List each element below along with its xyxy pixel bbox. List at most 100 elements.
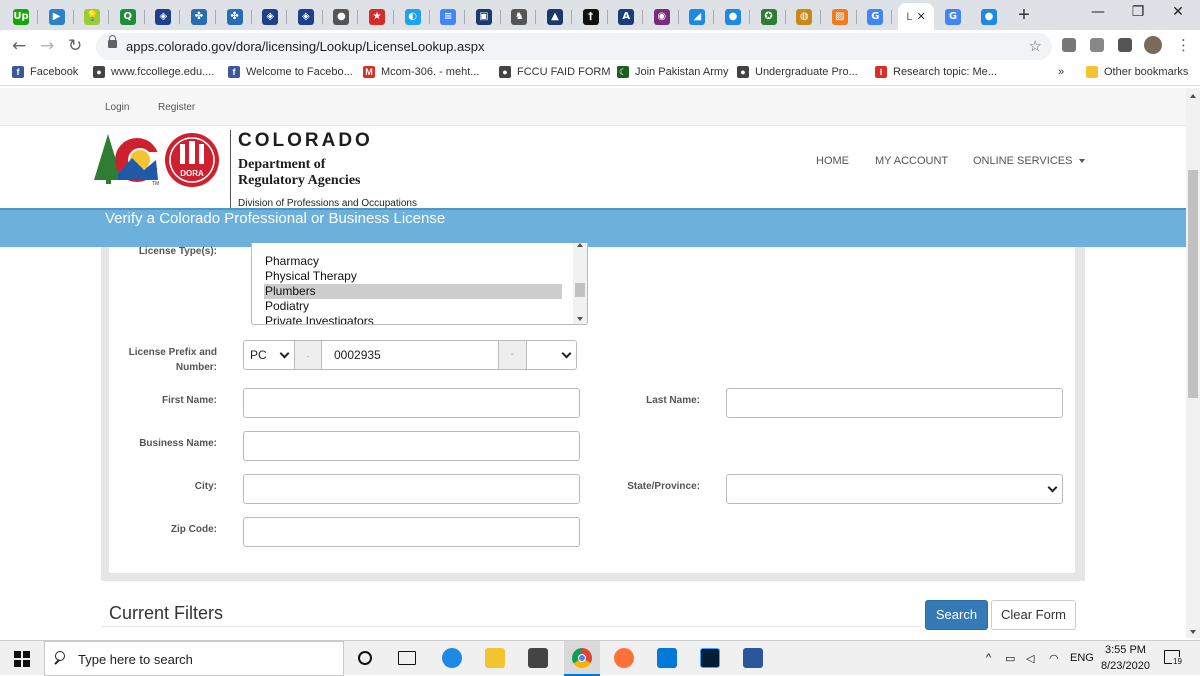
browser-tab[interactable]: ≡ — [431, 3, 466, 30]
browser-tab[interactable]: ◍ — [787, 3, 822, 30]
task-view-icon[interactable] — [398, 651, 416, 665]
license-type-option[interactable]: Pharmacy — [264, 254, 562, 269]
business-name-input[interactable] — [243, 431, 580, 461]
bookmark-item[interactable]: ● www.fccollege.edu.... — [93, 66, 214, 78]
browser-tab[interactable]: ◉ — [645, 3, 679, 30]
chrome-taskbar-active[interactable] — [564, 641, 600, 676]
search-button[interactable]: Search — [925, 600, 988, 630]
windows-start-icon[interactable] — [14, 651, 30, 667]
browser-tab[interactable]: G — [858, 3, 893, 30]
nav-my-account[interactable]: MY ACCOUNT — [875, 155, 948, 167]
minimize-button[interactable]: — — [1076, 4, 1120, 20]
listbox-scrollbar[interactable] — [573, 243, 587, 324]
menu-dots-icon[interactable]: ⋮ — [1176, 36, 1191, 54]
file-explorer-icon[interactable] — [485, 648, 505, 668]
license-types-listbox[interactable]: Pharmacy Physical Therapy Plumbers Podiatry… — [251, 243, 588, 325]
license-type-option[interactable]: Private Investigators — [264, 314, 562, 324]
scroll-down-icon[interactable] — [577, 317, 583, 321]
puzzle-extensions-icon[interactable] — [1118, 38, 1132, 52]
reload-icon[interactable]: ↻ — [68, 36, 82, 56]
state-select[interactable] — [726, 474, 1063, 504]
browser-tab[interactable]: ◈ — [146, 3, 181, 30]
clear-form-button[interactable]: Clear Form — [991, 600, 1076, 630]
bookmark-item[interactable]: ● FCCU FAID FORM — [499, 66, 611, 78]
address-bar[interactable]: apps.colorado.gov/dora/licensing/Lookup/… — [96, 33, 1052, 60]
scroll-down-icon[interactable] — [1190, 630, 1196, 634]
browser-tab[interactable]: ✤ — [182, 3, 216, 30]
browser-tab[interactable]: ◢ — [680, 3, 715, 30]
close-window-button[interactable]: ✕ — [1156, 4, 1200, 20]
store-icon[interactable] — [528, 648, 548, 668]
zip-code-input[interactable] — [243, 517, 580, 547]
city-input[interactable] — [243, 474, 580, 504]
active-tab[interactable]: L ✕ — [898, 3, 934, 30]
browser-tab[interactable]: ▶ — [40, 3, 74, 30]
cortana-icon[interactable] — [358, 651, 372, 665]
url-text[interactable]: apps.colorado.gov/dora/licensing/Lookup/… — [126, 39, 484, 54]
extension-icon[interactable] — [1062, 38, 1076, 52]
browser-tab[interactable]: ◈ — [253, 3, 288, 30]
wifi-icon[interactable]: ◠ — [1049, 652, 1059, 665]
browser-tab[interactable]: ✪ — [752, 3, 786, 30]
browser-tab[interactable]: ▣ — [467, 3, 501, 30]
bookmark-item[interactable]: M Mcom-306. - meht... — [363, 66, 479, 78]
bookmark-item[interactable]: f Facebook — [12, 66, 78, 78]
firefox-icon[interactable] — [614, 648, 634, 668]
browser-tab[interactable]: ● — [972, 3, 1006, 30]
license-type-option[interactable]: Plumbers — [264, 284, 562, 299]
register-link[interactable]: Register — [158, 102, 195, 113]
bookmark-item[interactable]: ☾ Join Pakistan Army — [617, 66, 729, 78]
nav-home[interactable]: HOME — [816, 155, 849, 167]
license-prefix-select[interactable]: PC — [243, 340, 295, 370]
last-name-input[interactable] — [726, 388, 1063, 418]
maximize-button[interactable]: ❐ — [1116, 4, 1160, 20]
battery-icon[interactable]: ▭ — [1005, 652, 1015, 665]
clock-time[interactable]: 3:55 PM — [1105, 644, 1146, 656]
extension-icon[interactable] — [1090, 38, 1104, 52]
word-icon[interactable] — [743, 648, 763, 668]
browser-tab[interactable]: Up — [4, 3, 38, 30]
browser-tab[interactable]: A — [609, 3, 644, 30]
browser-tab[interactable]: ◈ — [289, 3, 323, 30]
scroll-up-icon[interactable] — [577, 243, 583, 247]
page-scrollbar[interactable] — [1186, 88, 1200, 638]
browser-tab[interactable]: ♞ — [502, 3, 537, 30]
bookmark-item[interactable]: f Welcome to Facebo... — [228, 66, 353, 78]
volume-icon[interactable]: ◁ — [1026, 652, 1034, 665]
scroll-up-icon[interactable] — [1190, 94, 1196, 98]
other-bookmarks[interactable]: Other bookmarks — [1086, 66, 1188, 78]
forward-arrow-icon[interactable]: → — [40, 36, 54, 56]
language-indicator[interactable]: ENG — [1070, 652, 1094, 664]
license-number-input[interactable]: 0002935 — [321, 340, 499, 370]
back-arrow-icon[interactable]: ← — [12, 36, 26, 56]
browser-tab[interactable]: Q — [111, 3, 145, 30]
new-tab-button[interactable]: + — [1014, 4, 1034, 27]
browser-tab[interactable]: G — [936, 3, 970, 30]
bookmarks-overflow-icon[interactable]: » — [1058, 66, 1064, 78]
browser-tab[interactable]: ★ — [360, 3, 394, 30]
browser-tab[interactable]: 💡 — [75, 3, 110, 30]
lock-icon[interactable] — [108, 35, 117, 48]
clock-date[interactable]: 8/23/2020 — [1101, 660, 1150, 672]
license-type-option[interactable]: Podiatry — [264, 299, 562, 314]
browser-tab[interactable]: † — [574, 3, 608, 30]
bookmark-item[interactable]: ⁝ Research topic: Me... — [875, 66, 997, 78]
login-link[interactable]: Login — [105, 102, 129, 113]
browser-tab[interactable]: ● — [716, 3, 750, 30]
bookmark-item[interactable]: ● Undergraduate Pro... — [737, 66, 858, 78]
photoshop-icon[interactable] — [700, 648, 720, 668]
nav-online-services[interactable]: ONLINE SERVICES — [973, 155, 1085, 167]
first-name-input[interactable] — [243, 388, 580, 418]
close-tab-icon[interactable]: ✕ — [916, 10, 925, 23]
page-scroll-thumb[interactable] — [1188, 170, 1198, 398]
taskbar-search-box[interactable]: Type here to search — [44, 641, 344, 676]
notification-center-icon[interactable]: 19 — [1164, 650, 1183, 666]
listbox-scroll-thumb[interactable] — [575, 283, 585, 297]
bookmark-star-icon[interactable]: ☆ — [1029, 37, 1042, 55]
license-suffix-select[interactable] — [526, 340, 577, 370]
browser-tab[interactable]: ● — [324, 3, 359, 30]
license-type-option[interactable]: Physical Therapy — [264, 269, 562, 284]
browser-tab[interactable]: ▲ — [538, 3, 572, 30]
browser-tab[interactable]: ◐ — [396, 3, 430, 30]
profile-avatar[interactable] — [1144, 36, 1162, 54]
